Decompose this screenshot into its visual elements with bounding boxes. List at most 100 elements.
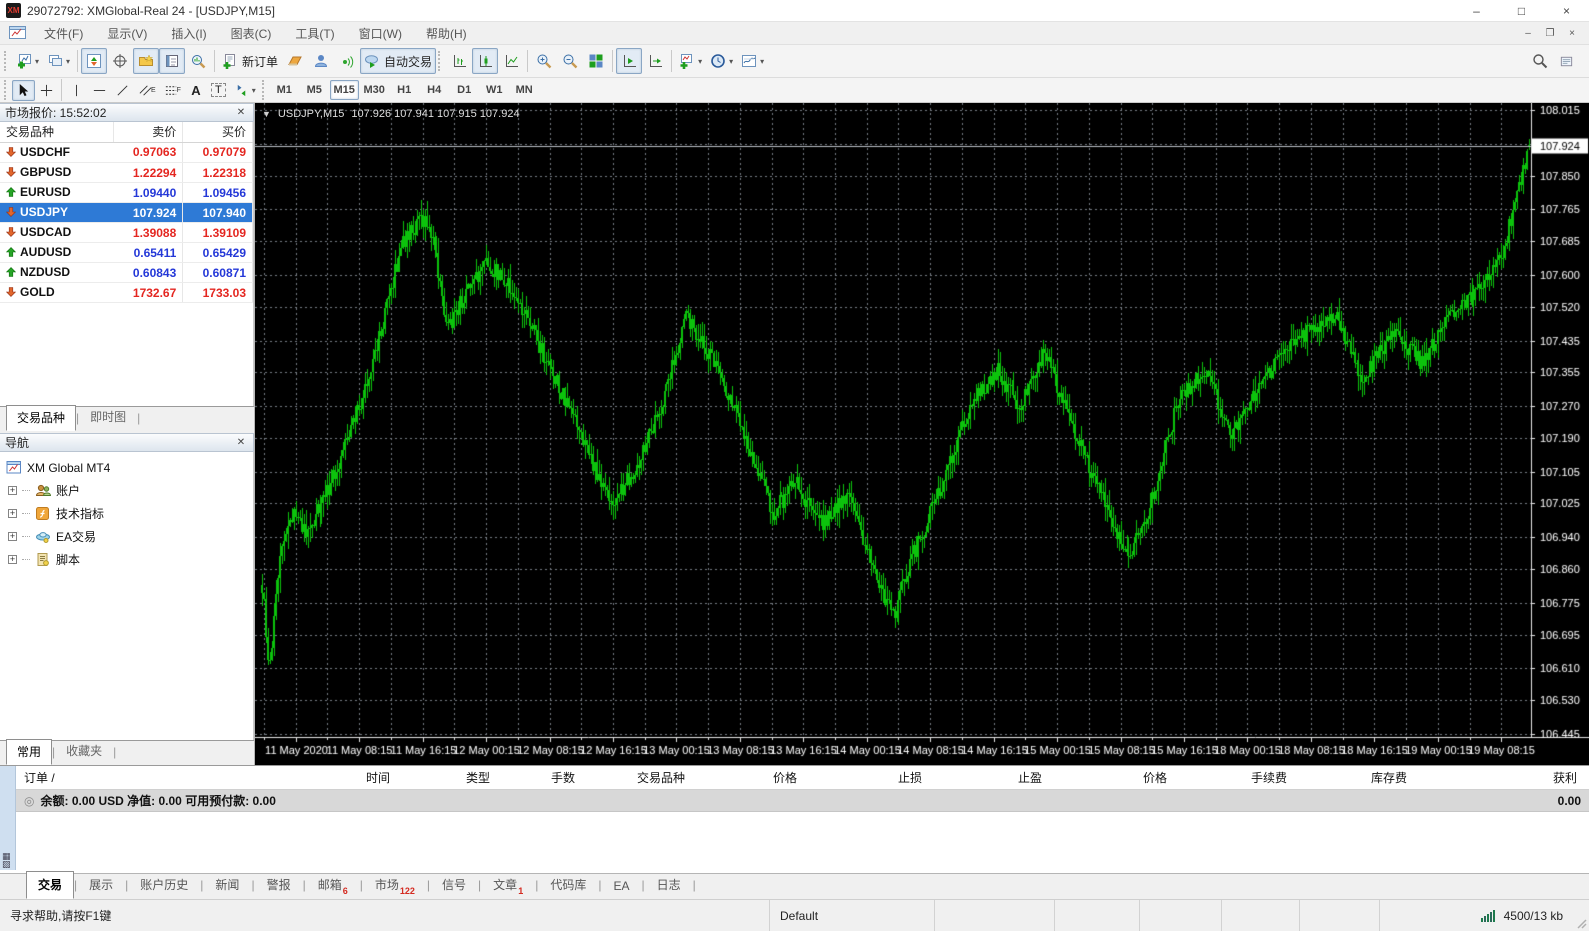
navigator-toggle-button[interactable] <box>133 48 160 74</box>
terminal-tab-7[interactable]: 市场 122 <box>363 871 427 899</box>
menu-item[interactable]: 窗口(W) <box>347 22 414 45</box>
menu-item[interactable]: 帮助(H) <box>414 22 479 45</box>
minimize-button[interactable]: – <box>1454 0 1499 21</box>
terminal-toggle-button[interactable] <box>159 48 186 74</box>
navigator-item[interactable]: + 账户 <box>2 479 251 502</box>
timeframe-button-h1[interactable]: H1 <box>390 80 419 100</box>
terminal-column-header[interactable]: 时间 <box>340 769 398 786</box>
market-watch-row[interactable]: GBPUSD 1.22294 1.22318 <box>0 162 253 183</box>
market-watch-tab[interactable]: 即时图 <box>79 404 137 430</box>
toolbar-grip[interactable] <box>4 51 9 71</box>
vertical-line-tool-button[interactable] <box>65 80 88 101</box>
terminal-tab-5[interactable]: 警报 <box>255 871 303 899</box>
autotrading-button[interactable]: 自动交易 <box>360 48 437 74</box>
terminal-tab-1[interactable]: 交易 <box>26 871 75 899</box>
toolbar-grip[interactable] <box>261 80 267 100</box>
terminal-column-header[interactable]: 止盈 <box>930 769 1050 786</box>
crosshair-tool-button[interactable] <box>35 80 58 101</box>
terminal-column-header[interactable]: 订单 / <box>24 769 340 786</box>
market-watch-close-icon[interactable]: ✕ <box>234 107 248 118</box>
channel-tool-button[interactable]: E <box>134 80 160 101</box>
menu-item[interactable]: 显示(V) <box>95 22 159 45</box>
close-button[interactable]: × <box>1544 0 1589 21</box>
market-watch-row[interactable]: USDJPY 107.924 107.940 <box>0 202 253 223</box>
navigator-titlebar[interactable]: 导航 ✕ <box>0 433 254 452</box>
market-watch-row[interactable]: NZDUSD 0.60843 0.60871 <box>0 262 253 283</box>
horizontal-line-tool-button[interactable] <box>88 80 111 101</box>
profiles-button[interactable]: ▾ <box>43 48 74 74</box>
terminal-column-header[interactable]: 库存费 <box>1295 769 1415 786</box>
chart-symbol-dropdown-icon[interactable]: ▼ <box>262 109 271 119</box>
chart-shift-button[interactable] <box>642 48 668 74</box>
menu-item[interactable]: 文件(F) <box>32 22 95 45</box>
terminal-column-header[interactable]: 价格 <box>1050 769 1175 786</box>
price-chart-canvas[interactable] <box>255 103 1589 765</box>
toolbar-grip[interactable] <box>438 51 443 71</box>
quotes-header-row[interactable]: 交易品种 卖价 买价 <box>0 122 253 143</box>
toolbar-grip[interactable] <box>4 80 9 100</box>
child-close-button[interactable]: × <box>1561 25 1583 41</box>
terminal-tab-11[interactable]: EA <box>601 874 641 899</box>
terminal-column-header[interactable]: 获利 <box>1415 769 1585 786</box>
navigator-item[interactable]: + 技术指标 <box>2 502 251 525</box>
quotes-column-header[interactable]: 交易品种 <box>0 122 114 143</box>
terminal-tab-4[interactable]: 新闻 <box>203 871 251 899</box>
tree-expand-icon[interactable]: + <box>8 509 17 518</box>
text-tool-button[interactable]: A <box>185 80 207 101</box>
tree-expand-icon[interactable]: + <box>8 486 17 495</box>
metaeditor-button[interactable] <box>282 48 308 74</box>
navigator-tab[interactable]: 收藏夹 <box>55 738 113 764</box>
navigator-tab[interactable]: 常用 <box>6 739 53 765</box>
mql-community-button[interactable] <box>308 48 334 74</box>
timeframe-button-m30[interactable]: M30 <box>360 80 389 100</box>
auto-scroll-button[interactable] <box>616 48 643 74</box>
quotes-column-header[interactable]: 买价 <box>182 122 253 143</box>
timeframe-button-d1[interactable]: D1 <box>450 80 479 100</box>
sound-alerts-button[interactable] <box>334 48 360 74</box>
terminal-tab-2[interactable]: 展示 <box>77 871 125 899</box>
cursor-tool-button[interactable] <box>12 79 35 101</box>
timeframe-button-m15[interactable]: M15 <box>329 80 359 100</box>
data-window-button[interactable] <box>107 48 133 74</box>
resize-grip-icon[interactable] <box>1575 917 1587 929</box>
market-watch-titlebar[interactable]: 市场报价: 15:52:02 ✕ <box>0 103 254 122</box>
templates-button[interactable]: ▾ <box>737 48 768 74</box>
terminal-column-header[interactable]: 价格 <box>693 769 805 786</box>
indicators-button[interactable]: ▾ <box>675 48 706 74</box>
terminal-side-strip[interactable]: ▦ ▨ <box>0 766 16 870</box>
maximize-button[interactable]: □ <box>1499 0 1544 21</box>
market-watch-row[interactable]: USDCHF 0.97063 0.97079 <box>0 142 253 163</box>
shapes-tool-button[interactable]: ▾ <box>230 80 260 101</box>
menu-item[interactable]: 图表(C) <box>219 22 284 45</box>
terminal-tab-6[interactable]: 邮箱 6 <box>306 871 360 899</box>
market-watch-row[interactable]: EURUSD 1.09440 1.09456 <box>0 182 253 203</box>
text-label-tool-button[interactable]: T <box>207 80 230 101</box>
terminal-column-header[interactable]: 交易品种 <box>583 769 693 786</box>
navigator-item[interactable]: + EA交易 <box>2 525 251 548</box>
quotes-column-header[interactable]: 卖价 <box>113 122 184 143</box>
timeframe-button-mn[interactable]: MN <box>510 80 539 100</box>
navigator-root-item[interactable]: XM Global MT4 <box>2 456 251 479</box>
status-connection[interactable]: 4500/13 kb <box>1380 900 1589 931</box>
trendline-tool-button[interactable] <box>111 80 134 101</box>
tree-expand-icon[interactable]: + <box>8 532 17 541</box>
timeframe-button-h4[interactable]: H4 <box>420 80 449 100</box>
fibonacci-tool-button[interactable]: F <box>160 80 185 101</box>
child-restore-button[interactable]: ❐ <box>1539 25 1561 41</box>
periods-button[interactable]: ▾ <box>706 48 737 74</box>
navigator-close-icon[interactable]: ✕ <box>234 437 248 448</box>
terminal-column-header[interactable]: 类型 <box>398 769 498 786</box>
line-chart-button[interactable] <box>498 48 524 74</box>
terminal-column-header[interactable]: 手续费 <box>1175 769 1295 786</box>
terminal-tab-9[interactable]: 文章 1 <box>481 871 535 899</box>
tree-expand-icon[interactable]: + <box>8 555 17 564</box>
candlestick-chart-button[interactable] <box>472 48 499 74</box>
market-watch-row[interactable]: AUDUSD 0.65411 0.65429 <box>0 242 253 263</box>
navigator-item[interactable]: + 脚本 <box>2 548 251 571</box>
search-button[interactable] <box>1527 48 1553 74</box>
market-watch-row[interactable]: USDCAD 1.39088 1.39109 <box>0 222 253 243</box>
market-watch-row[interactable]: GOLD 1732.67 1733.03 <box>0 282 253 303</box>
menu-item[interactable]: 工具(T) <box>283 22 346 45</box>
terminal-tab-10[interactable]: 代码库 <box>538 871 598 899</box>
terminal-tab-8[interactable]: 信号 <box>430 871 478 899</box>
